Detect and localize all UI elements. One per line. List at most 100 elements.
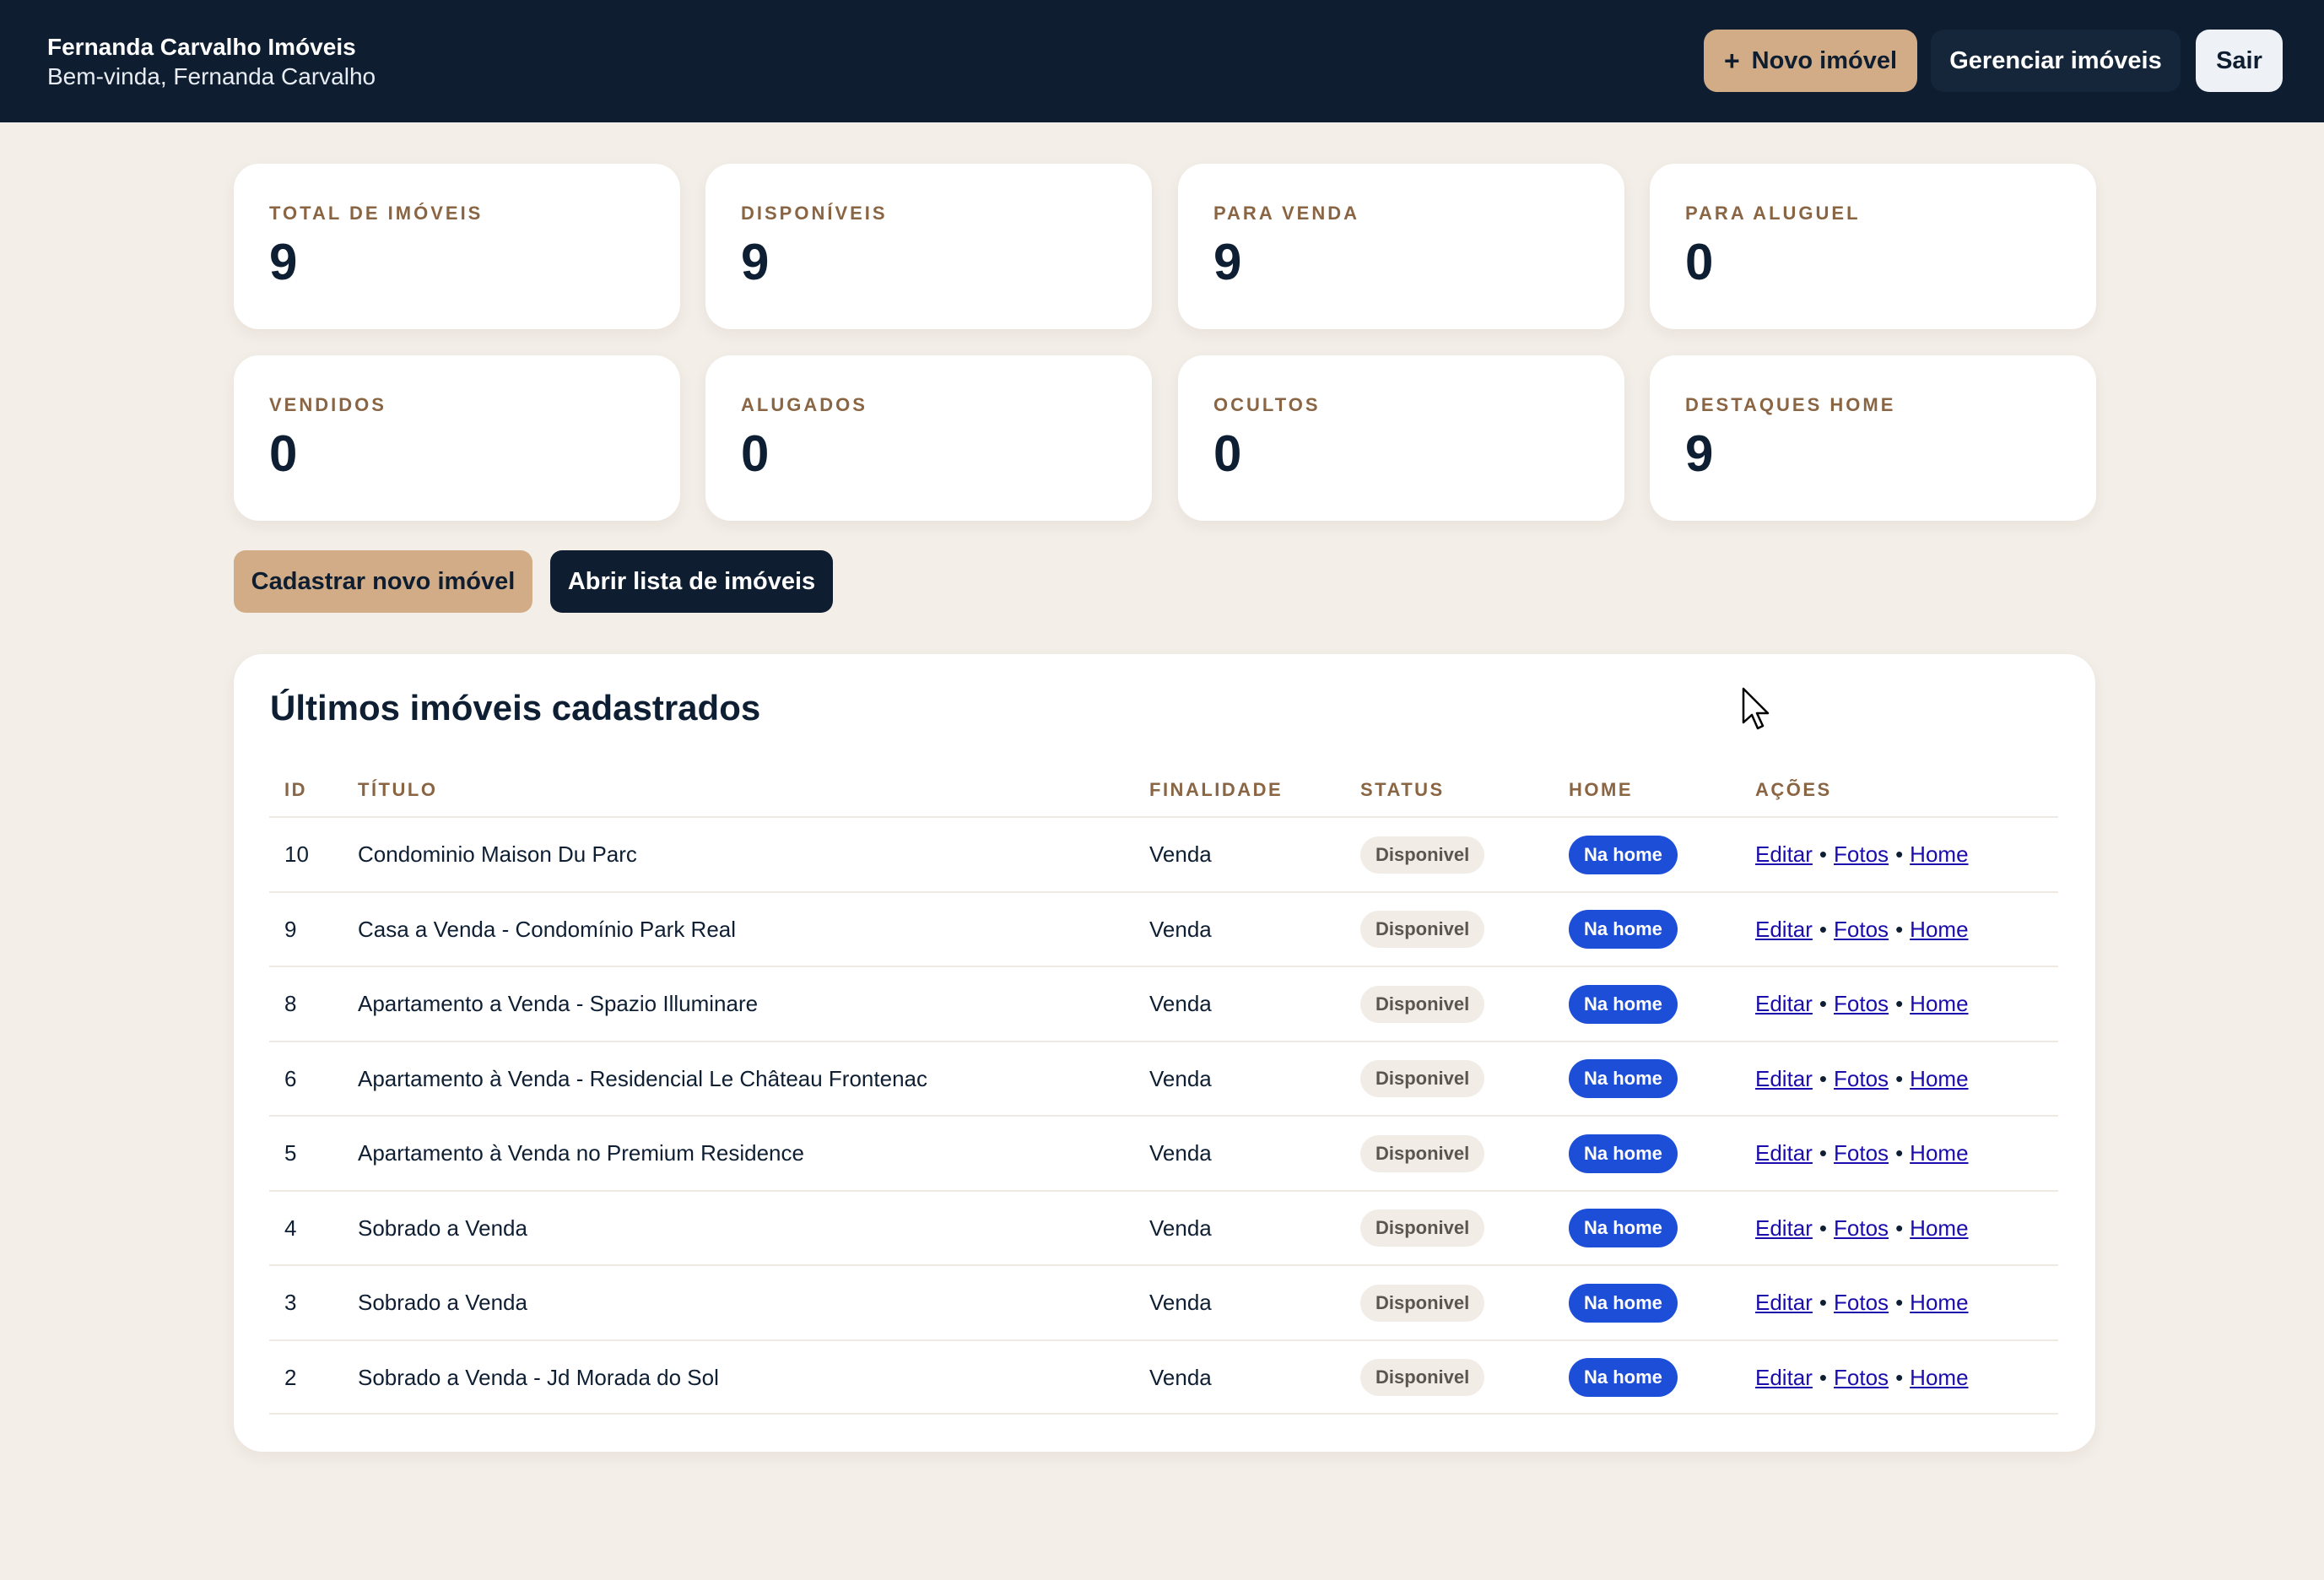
- plus-icon: +: [1723, 45, 1740, 76]
- status-badge: Disponivel: [1360, 1134, 1485, 1172]
- stat-label: VENDIDOS: [269, 394, 386, 415]
- edit-link[interactable]: Editar: [1755, 1290, 1813, 1316]
- status-badge-cell: Disponivel: [1360, 1042, 1485, 1116]
- row-title-cell: Sobrado a Venda - Jd Morada do Sol: [358, 1341, 719, 1415]
- stat-card: ALUGADOS 0: [705, 355, 1152, 521]
- home-badge-cell: Na home: [1569, 818, 1678, 891]
- home-link[interactable]: Home: [1910, 991, 1968, 1017]
- photos-link[interactable]: Fotos: [1834, 1215, 1889, 1242]
- table-row: 3 Sobrado a Venda Venda Disponivel Na home Ed…: [269, 1264, 2058, 1339]
- row-purpose-cell: Venda: [1149, 967, 1212, 1041]
- row-title: Apartamento a Venda - Spazio Illuminare: [358, 991, 759, 1016]
- stat-label: DISPONÍVEIS: [741, 203, 888, 224]
- row-actions: Editar • Fotos • Home: [1755, 893, 1969, 966]
- photos-link[interactable]: Fotos: [1834, 1365, 1889, 1391]
- stat-value: 0: [1685, 234, 1714, 290]
- home-link[interactable]: Home: [1910, 1215, 1968, 1242]
- row-id: 10: [284, 841, 309, 867]
- status-badge-cell: Disponivel: [1360, 818, 1485, 891]
- home-badge: Na home: [1569, 1209, 1678, 1247]
- row-title: Sobrado a Venda: [358, 1290, 527, 1315]
- status-badge-cell: Disponivel: [1360, 1192, 1485, 1265]
- row-id-cell: 10: [284, 818, 309, 891]
- row-id-cell: 8: [284, 967, 296, 1041]
- home-link[interactable]: Home: [1910, 1140, 1968, 1166]
- new-property-button[interactable]: + Novo imóvel: [1704, 30, 1917, 92]
- row-purpose-cell: Venda: [1149, 1042, 1212, 1116]
- row-title-cell: Apartamento à Venda no Premium Residence: [358, 1117, 804, 1190]
- row-actions: Editar • Fotos • Home: [1755, 1192, 1969, 1265]
- home-link[interactable]: Home: [1910, 1290, 1968, 1316]
- edit-link[interactable]: Editar: [1755, 1140, 1813, 1166]
- stat-value: 0: [741, 425, 770, 482]
- stat-value: 0: [269, 425, 298, 482]
- photos-link[interactable]: Fotos: [1834, 917, 1889, 943]
- edit-link[interactable]: Editar: [1755, 917, 1813, 943]
- stat-card: VENDIDOS 0: [234, 355, 680, 521]
- photos-link[interactable]: Fotos: [1834, 991, 1889, 1017]
- logout-button[interactable]: Sair: [2196, 30, 2283, 92]
- row-actions: Editar • Fotos • Home: [1755, 967, 1969, 1041]
- row-purpose: Venda: [1149, 1140, 1212, 1166]
- status-badge-cell: Disponivel: [1360, 967, 1485, 1041]
- separator-dot: •: [1819, 1215, 1828, 1241]
- home-link[interactable]: Home: [1910, 1066, 1968, 1092]
- separator-dot: •: [1895, 991, 1904, 1016]
- latest-properties-panel: Últimos imóveis cadastrados ID TÍTULO FINA…: [234, 654, 2095, 1452]
- home-badge: Na home: [1569, 1283, 1678, 1323]
- stat-label: ALUGADOS: [741, 394, 867, 415]
- header-home: HOME: [1569, 779, 1633, 800]
- mouse-cursor-icon: [1742, 687, 1770, 730]
- edit-link[interactable]: Editar: [1755, 1365, 1813, 1391]
- home-link[interactable]: Home: [1910, 1365, 1968, 1391]
- photos-link[interactable]: Fotos: [1834, 1066, 1889, 1092]
- stat-card: PARA ALUGUEL 0: [1650, 164, 2096, 329]
- row-id-cell: 9: [284, 893, 296, 966]
- row-title: Apartamento à Venda no Premium Residence: [358, 1140, 804, 1166]
- row-title-cell: Sobrado a Venda: [358, 1266, 527, 1339]
- row-title-cell: Casa a Venda - Condomínio Park Real: [358, 893, 736, 966]
- status-badge: Disponivel: [1360, 1359, 1485, 1396]
- panel-title: Últimos imóveis cadastrados: [270, 688, 761, 728]
- edit-link[interactable]: Editar: [1755, 991, 1813, 1017]
- separator-dot: •: [1819, 1065, 1828, 1091]
- home-link[interactable]: Home: [1910, 841, 1968, 868]
- stat-label: PARA ALUGUEL: [1685, 203, 1861, 224]
- stat-card: DESTAQUES HOME 9: [1650, 355, 2096, 521]
- photos-link[interactable]: Fotos: [1834, 841, 1889, 868]
- edit-link[interactable]: Editar: [1755, 1215, 1813, 1242]
- table-row: 6 Apartamento à Venda - Residencial Le Ch…: [269, 1040, 2058, 1116]
- brand: Fernanda Carvalho Imóveis Bem-vinda, Fer…: [47, 32, 376, 91]
- row-purpose: Venda: [1149, 1290, 1212, 1315]
- status-badge: Disponivel: [1360, 911, 1485, 948]
- row-purpose-cell: Venda: [1149, 1266, 1212, 1339]
- table-row: 8 Apartamento a Venda - Spazio Illuminare…: [269, 966, 2058, 1041]
- home-link[interactable]: Home: [1910, 917, 1968, 943]
- table-row: 5 Apartamento à Venda no Premium Residenc…: [269, 1115, 2058, 1190]
- row-title-cell: Apartamento a Venda - Spazio Illuminare: [358, 967, 758, 1041]
- table-row: 4 Sobrado a Venda Venda Disponivel Na home Ed…: [269, 1189, 2058, 1265]
- header-status: STATUS: [1360, 779, 1445, 800]
- separator-dot: •: [1895, 1065, 1904, 1091]
- stat-card: PARA VENDA 9: [1178, 164, 1624, 329]
- edit-link[interactable]: Editar: [1755, 1066, 1813, 1092]
- row-title-cell: Apartamento à Venda - Residencial Le Châ…: [358, 1042, 927, 1116]
- header-actions: AÇÕES: [1755, 779, 1832, 800]
- row-id-cell: 6: [284, 1042, 296, 1116]
- row-actions: Editar • Fotos • Home: [1755, 1341, 1969, 1415]
- home-badge-cell: Na home: [1569, 1341, 1678, 1415]
- row-purpose: Venda: [1149, 1065, 1212, 1091]
- register-property-button[interactable]: Cadastrar novo imóvel: [234, 550, 532, 613]
- stat-label: PARA VENDA: [1213, 203, 1360, 224]
- status-badge: Disponivel: [1360, 1060, 1485, 1097]
- manage-properties-button[interactable]: Gerenciar imóveis: [1931, 30, 2181, 92]
- stat-card: OCULTOS 0: [1178, 355, 1624, 521]
- row-id-cell: 5: [284, 1117, 296, 1190]
- edit-link[interactable]: Editar: [1755, 841, 1813, 868]
- stat-value: 0: [1213, 425, 1242, 482]
- photos-link[interactable]: Fotos: [1834, 1290, 1889, 1316]
- row-id-cell: 4: [284, 1192, 296, 1265]
- home-badge-cell: Na home: [1569, 1117, 1678, 1190]
- photos-link[interactable]: Fotos: [1834, 1140, 1889, 1166]
- open-property-list-button[interactable]: Abrir lista de imóveis: [550, 550, 833, 613]
